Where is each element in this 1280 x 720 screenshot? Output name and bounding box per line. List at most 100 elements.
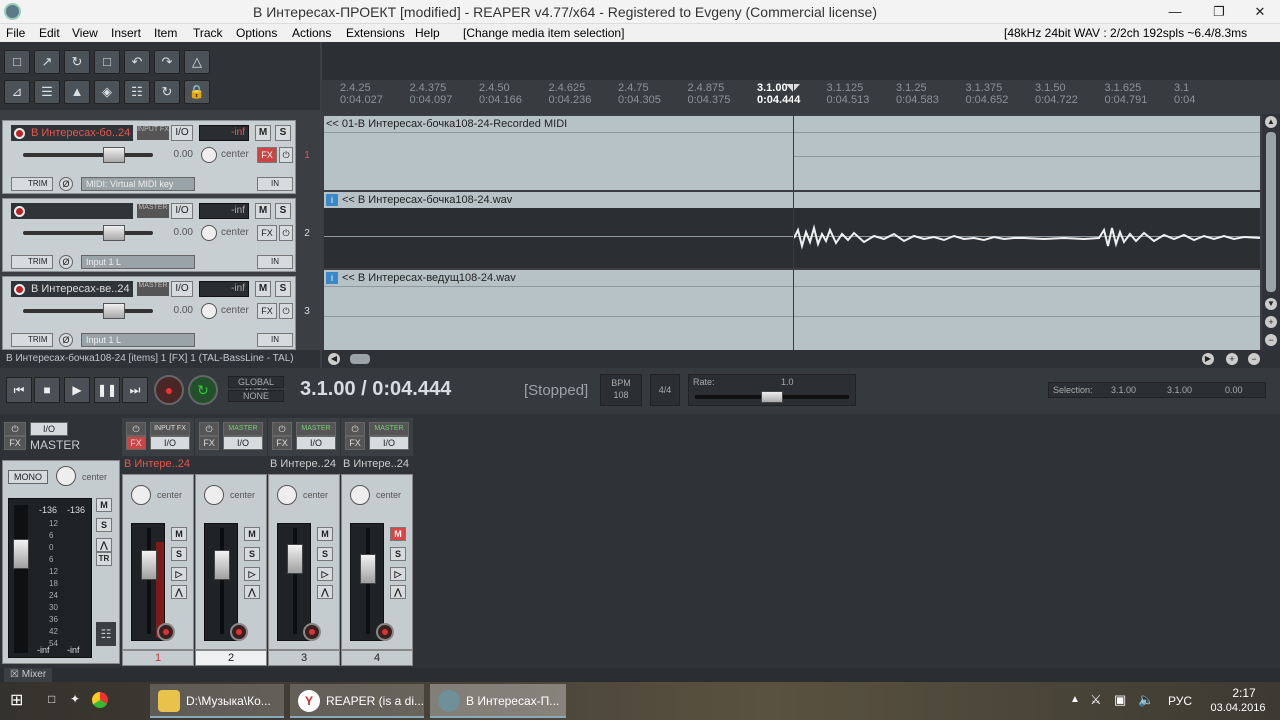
strip-mute-button[interactable]: M xyxy=(244,527,260,541)
task-explorer[interactable]: D:\Музыка\Ко... xyxy=(150,684,284,718)
undo-icon[interactable]: ↶ xyxy=(124,50,150,74)
close-tab-icon[interactable]: ☒ xyxy=(10,669,22,680)
strip-route-chip[interactable]: MASTER xyxy=(369,422,409,436)
track-1-header[interactable]: В Интересах-бо..24 INPUT FX I/O -inf M S 0.00 c… xyxy=(2,120,296,194)
strip-solo-button[interactable]: S xyxy=(244,547,260,561)
master-solo-button[interactable]: S xyxy=(96,518,112,532)
strip-envelope-icon[interactable]: ⋀ xyxy=(390,585,406,599)
volume-slider[interactable] xyxy=(23,153,153,157)
automation-mode-button[interactable]: NONE xyxy=(228,390,284,402)
fx-bypass-icon[interactable]: ⏻ xyxy=(279,147,293,163)
tray-app-icon[interactable]: ⚔ xyxy=(1090,692,1102,708)
mute-button[interactable]: M xyxy=(255,125,271,141)
strip-play-icon[interactable]: ▷ xyxy=(317,567,333,581)
volume-slider[interactable] xyxy=(23,231,153,235)
loop-points-icon[interactable]: ↻ xyxy=(154,80,180,104)
phase-invert-icon[interactable]: Ø xyxy=(59,177,73,191)
item-grouping-icon[interactable]: ▲ xyxy=(64,80,90,104)
strip-play-icon[interactable]: ▷ xyxy=(171,567,187,581)
record-input-select[interactable]: Input 1 L xyxy=(81,255,195,269)
strip-power-icon[interactable]: ⏻ xyxy=(272,422,292,436)
menu-insert[interactable]: Insert xyxy=(111,26,141,40)
zoom-in-icon[interactable]: + xyxy=(1265,316,1277,328)
strip-name[interactable]: В Интере..24 xyxy=(343,458,409,470)
volume-fader-cap[interactable] xyxy=(103,225,125,241)
arrange-view[interactable]: << 01-В Интересах-бочка108-24-Recorded M… xyxy=(322,114,1262,350)
track-route-chip[interactable]: INPUT FX xyxy=(137,126,169,140)
timeline-ruler[interactable]: 2.4.25 0:04.027 2.4.375 0:04.097 2.4.50 0:04.… xyxy=(322,80,1280,114)
track-route-chip[interactable]: MASTER xyxy=(137,204,169,218)
master-tr-button[interactable]: TR xyxy=(96,552,112,566)
strip-solo-button[interactable]: S xyxy=(171,547,187,561)
io-button[interactable]: I/O xyxy=(171,203,193,219)
project-settings-icon[interactable]: □ xyxy=(94,50,120,74)
fx-button[interactable]: FX xyxy=(257,147,277,163)
volume-fader-cap[interactable] xyxy=(103,303,125,319)
strip-play-icon[interactable]: ▷ xyxy=(244,567,260,581)
pin-app-icon[interactable]: ✦ xyxy=(70,692,84,708)
scroll-left-icon[interactable]: ◀ xyxy=(328,353,340,365)
master-pan-knob[interactable] xyxy=(56,466,76,486)
clock-date[interactable]: 03.04.2016 xyxy=(1200,702,1276,714)
strip-route-chip[interactable]: MASTER xyxy=(223,422,263,436)
close-button[interactable]: ✕ xyxy=(1240,0,1280,24)
strip-name[interactable]: В Интере..24 xyxy=(270,458,336,470)
chrome-icon[interactable] xyxy=(92,692,108,708)
media-item-kick-wav[interactable]: i << В Интересах-бочка108-24.wav xyxy=(324,192,1260,268)
fx-button[interactable]: FX xyxy=(257,225,277,241)
strip-mute-button[interactable]: M xyxy=(317,527,333,541)
strip-record-arm-icon[interactable] xyxy=(303,623,321,641)
record-arm-icon[interactable] xyxy=(14,206,25,217)
go-to-end-icon[interactable]: ⏭ xyxy=(122,377,148,403)
strip-fader[interactable] xyxy=(277,523,311,641)
strip-envelope-icon[interactable]: ⋀ xyxy=(171,585,187,599)
mixer-tab[interactable]: ☒ Mixer xyxy=(4,668,53,682)
strip-pan-knob[interactable] xyxy=(204,485,224,505)
menu-view[interactable]: View xyxy=(72,26,98,40)
play-icon[interactable]: ▶ xyxy=(64,377,90,403)
grid-snap-icon[interactable]: ⊿ xyxy=(4,80,30,104)
pan-knob[interactable] xyxy=(201,303,217,319)
strip-mute-button[interactable]: M xyxy=(390,527,406,541)
strip-solo-button[interactable]: S xyxy=(317,547,333,561)
vertical-scrollbar[interactable]: ▲ ▼ + − xyxy=(1262,114,1280,350)
strip-io-button[interactable]: I/O xyxy=(369,436,409,450)
strip-fader[interactable] xyxy=(204,523,238,641)
fx-bypass-icon[interactable]: ⏻ xyxy=(279,225,293,241)
strip-fader[interactable] xyxy=(131,523,165,641)
pause-icon[interactable]: ❚❚ xyxy=(94,377,120,403)
master-mute-button[interactable]: M xyxy=(96,498,112,512)
tray-expand-icon[interactable]: ▲ xyxy=(1070,694,1080,705)
selection-box[interactable]: Selection: 3.1.00 3.1.00 0.00 xyxy=(1048,382,1266,398)
automation-mode-button[interactable]: TRIM xyxy=(11,177,53,191)
strip-pan-knob[interactable] xyxy=(131,485,151,505)
record-icon[interactable]: ● xyxy=(154,375,184,405)
bpm-box[interactable]: BPM 108 xyxy=(600,374,642,406)
strip-route-chip[interactable]: INPUT FX xyxy=(150,422,190,436)
menu-edit[interactable]: Edit xyxy=(39,26,60,40)
hzoom-out-icon[interactable]: − xyxy=(1248,353,1260,365)
vscroll-thumb[interactable] xyxy=(1266,132,1276,292)
media-item-lead-wav[interactable]: i << В Интересах-ведущ108-24.wav xyxy=(324,270,1260,350)
track-name[interactable]: В Интересах-ве..24 xyxy=(11,281,133,297)
auto-crossfade-icon[interactable]: ◈ xyxy=(94,80,120,104)
strip-record-arm-icon[interactable] xyxy=(230,623,248,641)
master-power-icon[interactable]: ⏻ xyxy=(4,422,26,436)
redo-icon[interactable]: ↷ xyxy=(154,50,180,74)
solo-button[interactable]: S xyxy=(275,281,291,297)
menu-actions[interactable]: Actions xyxy=(292,26,331,40)
menu-help[interactable]: Help xyxy=(415,26,440,40)
master-envelope-icon[interactable]: ⋀ xyxy=(96,538,112,552)
save-project-icon[interactable]: ↻ xyxy=(64,50,90,74)
track-name[interactable]: В Интересах-бо..24 xyxy=(11,125,133,141)
strip-power-icon[interactable]: ⏻ xyxy=(345,422,365,436)
strip-solo-button[interactable]: S xyxy=(390,547,406,561)
input-monitor-button[interactable]: IN xyxy=(257,177,293,191)
strip-fx-button[interactable]: FX xyxy=(126,436,146,450)
pan-knob[interactable] xyxy=(201,147,217,163)
pan-knob[interactable] xyxy=(201,225,217,241)
menu-track[interactable]: Track xyxy=(193,26,223,40)
phase-invert-icon[interactable]: Ø xyxy=(59,255,73,269)
record-input-select[interactable]: Input 1 L xyxy=(81,333,195,347)
fx-bypass-icon[interactable]: ⏻ xyxy=(279,303,293,319)
